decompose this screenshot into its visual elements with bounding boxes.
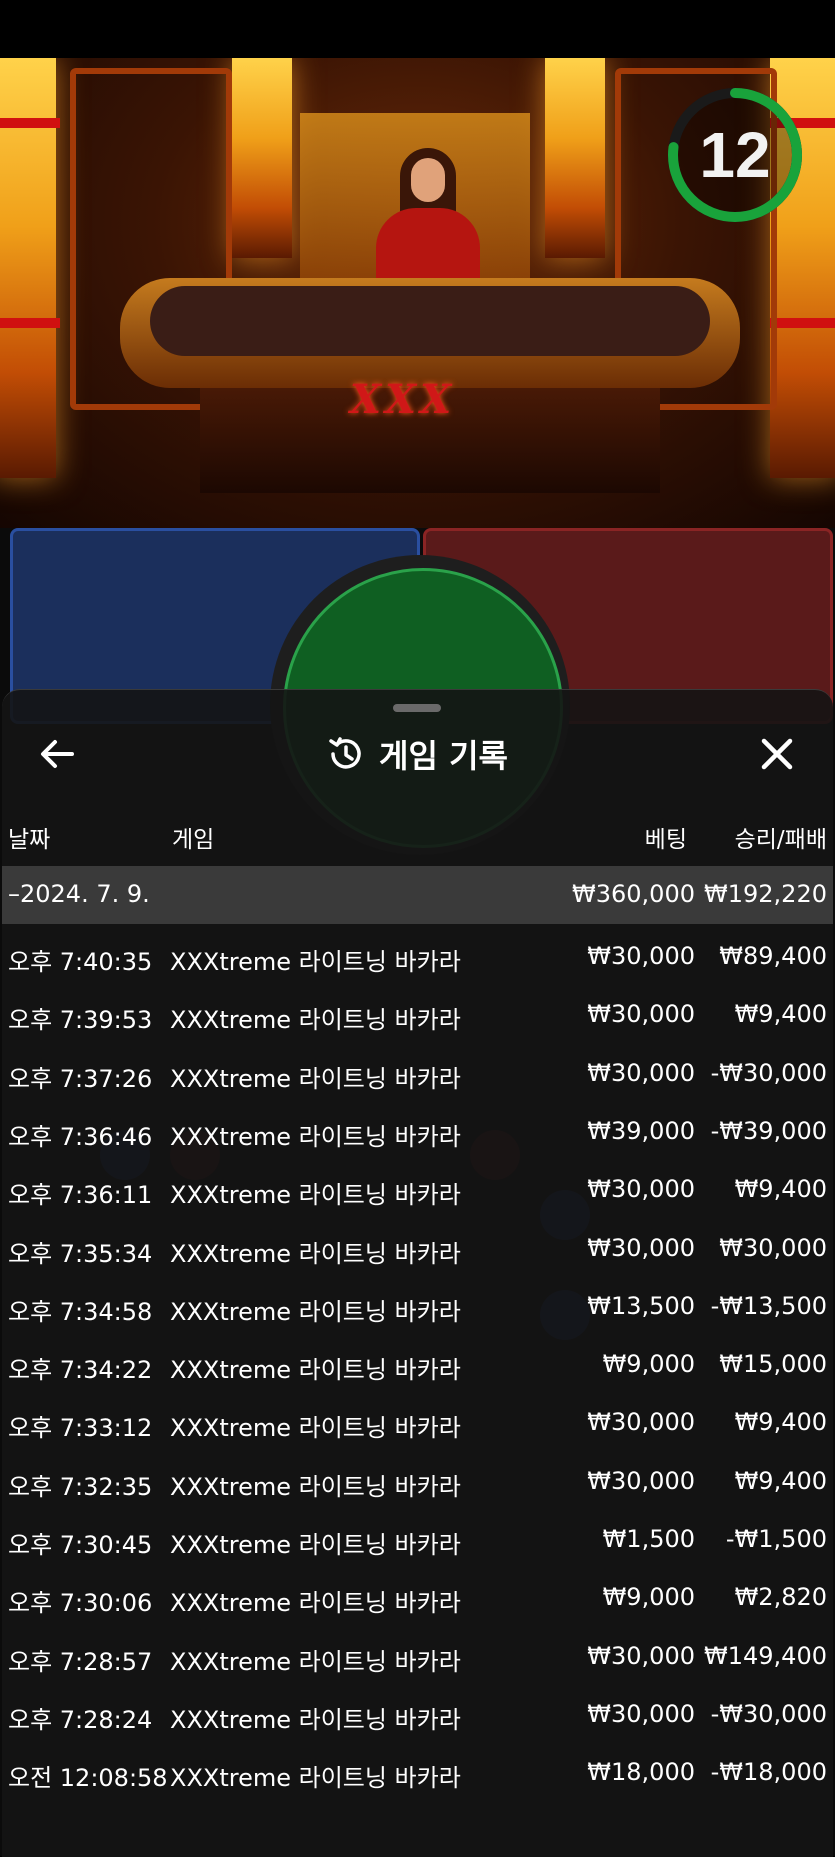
page-title: 게임 기록 bbox=[379, 737, 508, 775]
row-bet-amount: ₩9,000 bbox=[602, 1583, 695, 1612]
row-result-amount: ₩2,820 bbox=[734, 1583, 827, 1612]
row-bet-amount: ₩30,000 bbox=[587, 1466, 695, 1495]
row-game-name: XXXtreme 라이트닝 바카라 bbox=[170, 1705, 461, 1734]
close-icon[interactable] bbox=[756, 733, 798, 775]
row-game-name: XXXtreme 라이트닝 바카라 bbox=[170, 1064, 461, 1093]
sheet-drag-handle[interactable] bbox=[393, 704, 441, 712]
row-result-amount: ₩9,400 bbox=[734, 1175, 827, 1204]
row-result-amount: -₩39,000 bbox=[710, 1116, 827, 1145]
row-result-amount: ₩9,400 bbox=[734, 1408, 827, 1437]
table-felt bbox=[150, 286, 710, 356]
row-time: 오후 7:34:58 bbox=[8, 1297, 153, 1326]
decor-stripe bbox=[0, 318, 60, 328]
row-time: 오후 7:36:11 bbox=[8, 1181, 153, 1210]
decor-pillar bbox=[232, 58, 292, 258]
row-game-name: XXXtreme 라이트닝 바카라 bbox=[170, 1589, 461, 1618]
row-time: 오후 7:40:35 bbox=[8, 948, 153, 976]
row-result-amount: -₩13,500 bbox=[710, 1291, 827, 1320]
status-bar bbox=[0, 0, 835, 58]
row-bet-amount: ₩39,000 bbox=[587, 1116, 695, 1145]
history-row[interactable]: 오후 7:30:06 XXXtreme 라이트닝 바카라 ₩9,000 ₩2,820 bbox=[2, 1569, 833, 1627]
history-row[interactable]: 오후 7:28:57 XXXtreme 라이트닝 바카라 ₩30,000 ₩149,4… bbox=[2, 1628, 833, 1686]
decor-pillar bbox=[545, 58, 605, 258]
decor-stripe bbox=[770, 318, 835, 328]
row-game-name: XXXtreme 라이트닝 바카라 bbox=[170, 1297, 461, 1326]
row-time: 오전 12:08:58 bbox=[8, 1764, 168, 1793]
row-bet-amount: ₩1,500 bbox=[602, 1525, 695, 1553]
row-bet-amount: ₩30,000 bbox=[587, 1408, 695, 1437]
row-game-name: XXXtreme 라이트닝 바카라 bbox=[170, 1122, 461, 1151]
history-row[interactable]: 오후 7:35:34 XXXtreme 라이트닝 바카라 ₩30,000 ₩30,00… bbox=[2, 1220, 833, 1278]
row-time: 오후 7:35:34 bbox=[8, 1239, 153, 1268]
row-time: 오후 7:36:46 bbox=[8, 1122, 153, 1151]
table-logo: XXX bbox=[350, 376, 456, 423]
row-time: 오후 7:34:22 bbox=[8, 1356, 153, 1385]
date-group-result-total: ₩192,220 bbox=[704, 880, 827, 908]
row-time: 오후 7:33:12 bbox=[8, 1414, 153, 1443]
row-time: 오후 7:39:53 bbox=[8, 1006, 153, 1035]
row-result-amount: ₩9,400 bbox=[734, 1466, 827, 1495]
row-bet-amount: ₩30,000 bbox=[587, 1699, 695, 1728]
history-row[interactable]: 오후 7:30:45 XXXtreme 라이트닝 바카라 ₩1,500 -₩1,500 bbox=[2, 1511, 833, 1569]
sheet-header: 게임 기록 bbox=[0, 728, 835, 780]
decor-stripe bbox=[0, 118, 60, 128]
column-header-result: 승리/패배 bbox=[734, 827, 827, 853]
row-bet-amount: ₩30,000 bbox=[587, 1641, 695, 1670]
history-row[interactable]: 오후 7:40:35 XXXtreme 라이트닝 바카라 ₩30,000 ₩89,40… bbox=[2, 928, 833, 986]
row-time: 오후 7:30:45 bbox=[8, 1531, 153, 1559]
row-bet-amount: ₩18,000 bbox=[587, 1758, 695, 1787]
date-group-label: –2024. 7. 9. bbox=[8, 880, 150, 908]
date-group-bet-total: ₩360,000 bbox=[572, 880, 695, 908]
row-game-name: XXXtreme 라이트닝 바카라 bbox=[170, 1414, 461, 1443]
row-game-name: XXXtreme 라이트닝 바카라 bbox=[170, 1647, 461, 1676]
history-row[interactable]: 오후 7:36:46 XXXtreme 라이트닝 바카라 ₩39,000 -₩39,0… bbox=[2, 1103, 833, 1161]
row-game-name: XXXtreme 라이트닝 바카라 bbox=[170, 1006, 461, 1035]
history-row[interactable]: 오후 7:34:58 XXXtreme 라이트닝 바카라 ₩13,500 -₩13,5… bbox=[2, 1278, 833, 1336]
row-result-amount: -₩30,000 bbox=[710, 1058, 827, 1087]
countdown-timer: 12 bbox=[699, 119, 771, 191]
row-bet-amount: ₩30,000 bbox=[587, 1000, 695, 1029]
row-result-amount: -₩18,000 bbox=[710, 1758, 827, 1787]
history-row[interactable]: 오후 7:37:26 XXXtreme 라이트닝 바카라 ₩30,000 -₩30,0… bbox=[2, 1045, 833, 1103]
row-time: 오후 7:30:06 bbox=[8, 1589, 153, 1618]
row-game-name: XXXtreme 라이트닝 바카라 bbox=[170, 1472, 461, 1501]
row-result-amount: ₩149,400 bbox=[704, 1641, 827, 1670]
dealer-face bbox=[411, 158, 445, 202]
history-row[interactable]: 오후 7:28:24 XXXtreme 라이트닝 바카라 ₩30,000 -₩30,0… bbox=[2, 1686, 833, 1744]
row-result-amount: ₩9,400 bbox=[734, 1000, 827, 1029]
row-bet-amount: ₩30,000 bbox=[587, 1058, 695, 1087]
row-bet-amount: ₩9,000 bbox=[602, 1350, 695, 1379]
date-group-row[interactable]: –2024. 7. 9. ₩360,000 ₩192,220 bbox=[2, 866, 833, 924]
row-game-name: XXXtreme 라이트닝 바카라 bbox=[170, 948, 461, 976]
column-header-date: 날짜 bbox=[8, 827, 51, 853]
row-game-name: XXXtreme 라이트닝 바카라 bbox=[170, 1356, 461, 1385]
column-header-game: 게임 bbox=[172, 827, 215, 853]
row-game-name: XXXtreme 라이트닝 바카라 bbox=[170, 1764, 461, 1793]
row-time: 오후 7:28:24 bbox=[8, 1705, 153, 1734]
history-clock-icon bbox=[329, 737, 361, 769]
row-result-amount: ₩30,000 bbox=[719, 1233, 827, 1262]
history-row[interactable]: 오후 7:36:11 XXXtreme 라이트닝 바카라 ₩30,000 ₩9,400 bbox=[2, 1161, 833, 1219]
history-row[interactable]: 오후 7:33:12 XXXtreme 라이트닝 바카라 ₩30,000 ₩9,400 bbox=[2, 1394, 833, 1452]
history-row[interactable]: 오후 7:34:22 XXXtreme 라이트닝 바카라 ₩9,000 ₩15,000 bbox=[2, 1336, 833, 1394]
history-row[interactable]: 오후 7:32:35 XXXtreme 라이트닝 바카라 ₩30,000 ₩9,400 bbox=[2, 1453, 833, 1511]
column-header-bet: 베팅 bbox=[644, 827, 687, 853]
history-row[interactable]: 오전 12:08:58 XXXtreme 라이트닝 바카라 ₩18,000 -₩18,… bbox=[2, 1744, 833, 1802]
row-bet-amount: ₩30,000 bbox=[587, 942, 695, 970]
row-time: 오후 7:32:35 bbox=[8, 1472, 153, 1501]
row-time: 오후 7:37:26 bbox=[8, 1064, 153, 1093]
history-row[interactable]: 오후 7:39:53 XXXtreme 라이트닝 바카라 ₩30,000 ₩9,400 bbox=[2, 986, 833, 1044]
row-result-amount: -₩30,000 bbox=[710, 1699, 827, 1728]
row-game-name: XXXtreme 라이트닝 바카라 bbox=[170, 1181, 461, 1210]
row-result-amount: ₩89,400 bbox=[719, 942, 827, 970]
row-result-amount: ₩15,000 bbox=[719, 1350, 827, 1379]
row-game-name: XXXtreme 라이트닝 바카라 bbox=[170, 1531, 461, 1559]
row-game-name: XXXtreme 라이트닝 바카라 bbox=[170, 1239, 461, 1268]
row-bet-amount: ₩13,500 bbox=[587, 1291, 695, 1320]
row-bet-amount: ₩30,000 bbox=[587, 1233, 695, 1262]
row-result-amount: -₩1,500 bbox=[725, 1525, 827, 1553]
row-time: 오후 7:28:57 bbox=[8, 1647, 153, 1676]
row-bet-amount: ₩30,000 bbox=[587, 1175, 695, 1204]
